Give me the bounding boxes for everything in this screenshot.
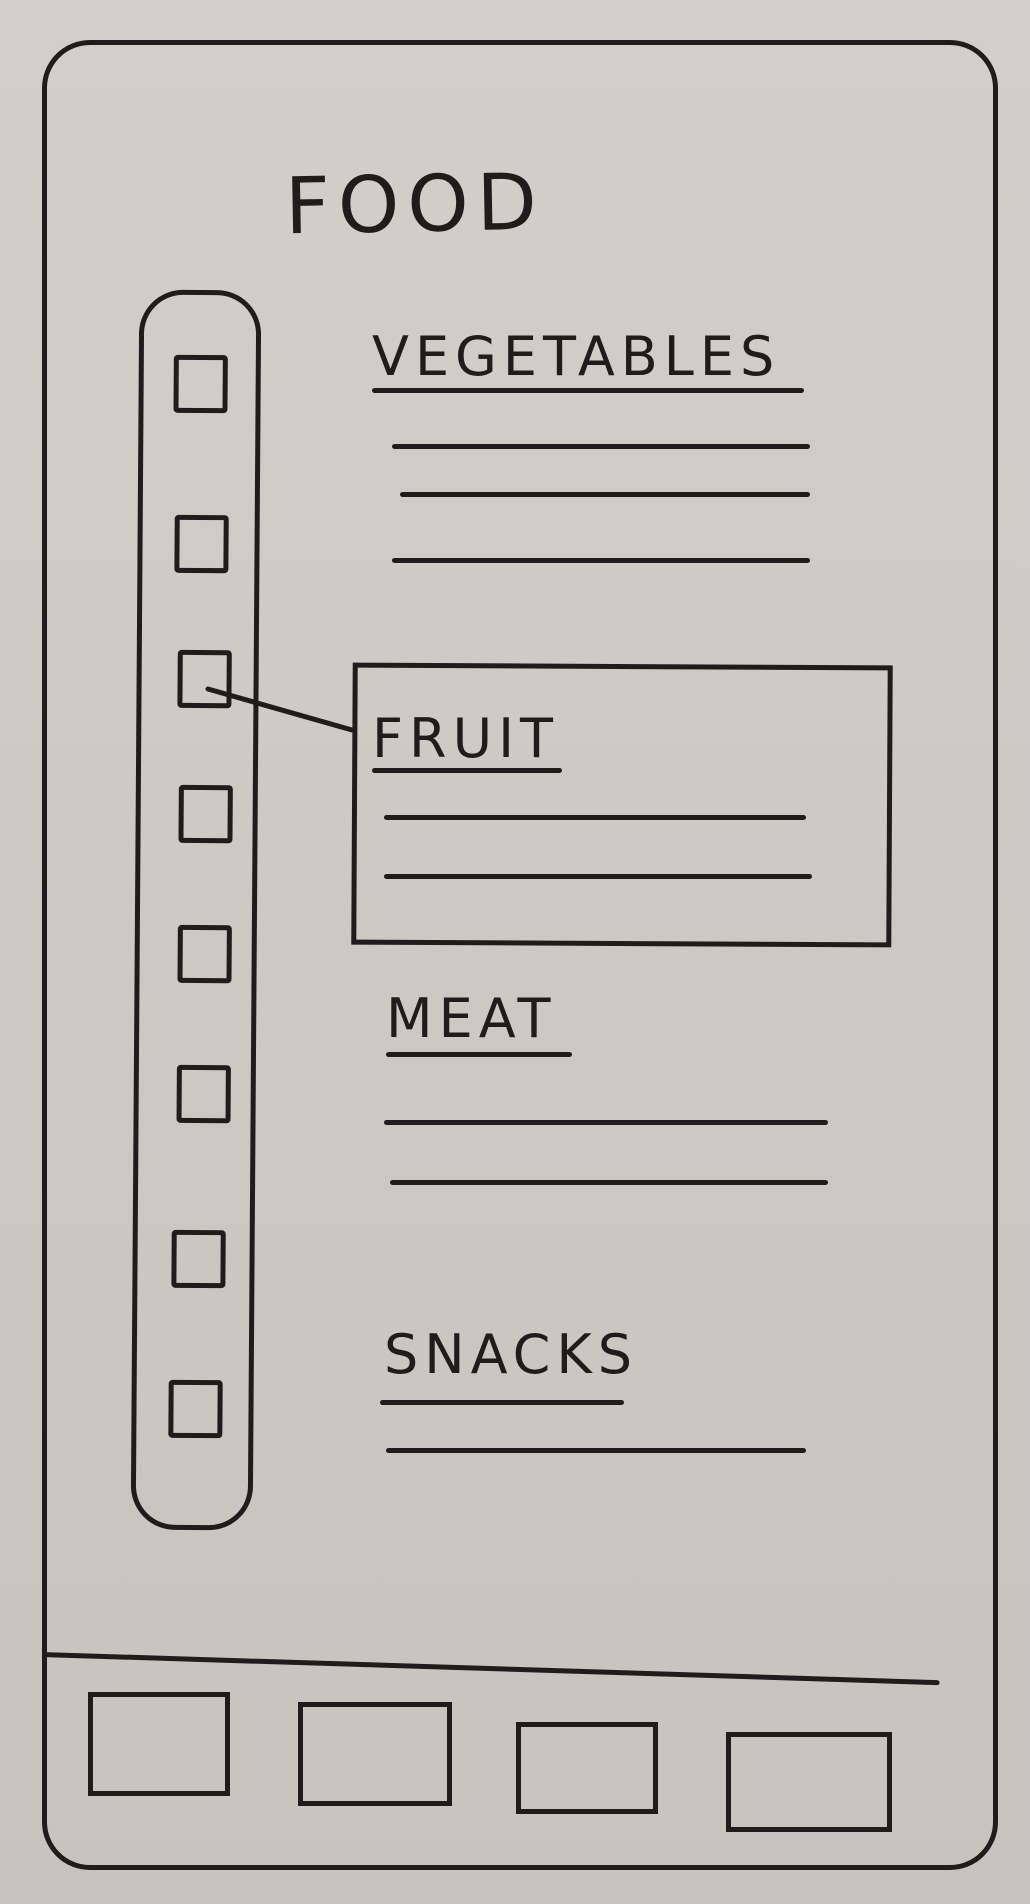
content-placeholder-line xyxy=(390,1180,828,1185)
sidebar-item-2[interactable] xyxy=(174,514,229,574)
sidebar xyxy=(130,289,262,1531)
sidebar-item-5[interactable] xyxy=(177,924,232,984)
section-title-underline xyxy=(372,388,804,393)
sidebar-item-3[interactable] xyxy=(177,649,232,709)
section-title-underline xyxy=(380,1400,624,1405)
sketch-paper: FOOD VEGETABLES FRUIT MEAT SNACKS xyxy=(0,0,1030,1904)
section-title-underline xyxy=(386,1052,572,1057)
page-title: FOOD xyxy=(284,157,546,253)
content-placeholder-line xyxy=(384,1120,828,1125)
section-title-underline xyxy=(372,768,562,773)
sidebar-item-7[interactable] xyxy=(171,1229,226,1289)
section-title-fruit: FRUIT xyxy=(372,707,560,770)
fruit-section-card[interactable] xyxy=(351,662,893,948)
content-placeholder-line xyxy=(384,815,806,820)
sidebar-item-1[interactable] xyxy=(173,354,228,414)
content-placeholder-line xyxy=(386,1448,806,1453)
section-title-snacks: SNACKS xyxy=(384,1323,639,1386)
content-placeholder-line xyxy=(392,558,810,563)
sidebar-item-8[interactable] xyxy=(168,1379,223,1439)
sidebar-item-4[interactable] xyxy=(178,784,233,844)
section-title-vegetables: VEGETABLES xyxy=(372,325,781,388)
content-placeholder-line xyxy=(400,492,810,497)
bottom-nav-tab-2[interactable] xyxy=(298,1702,452,1806)
bottom-nav-tab-4[interactable] xyxy=(726,1732,892,1832)
section-title-meat: MEAT xyxy=(386,987,557,1050)
bottom-nav-tab-1[interactable] xyxy=(88,1692,230,1796)
sidebar-item-6[interactable] xyxy=(176,1064,231,1124)
content-placeholder-line xyxy=(392,444,810,449)
bottom-nav-tab-3[interactable] xyxy=(516,1722,658,1814)
content-placeholder-line xyxy=(384,874,812,879)
